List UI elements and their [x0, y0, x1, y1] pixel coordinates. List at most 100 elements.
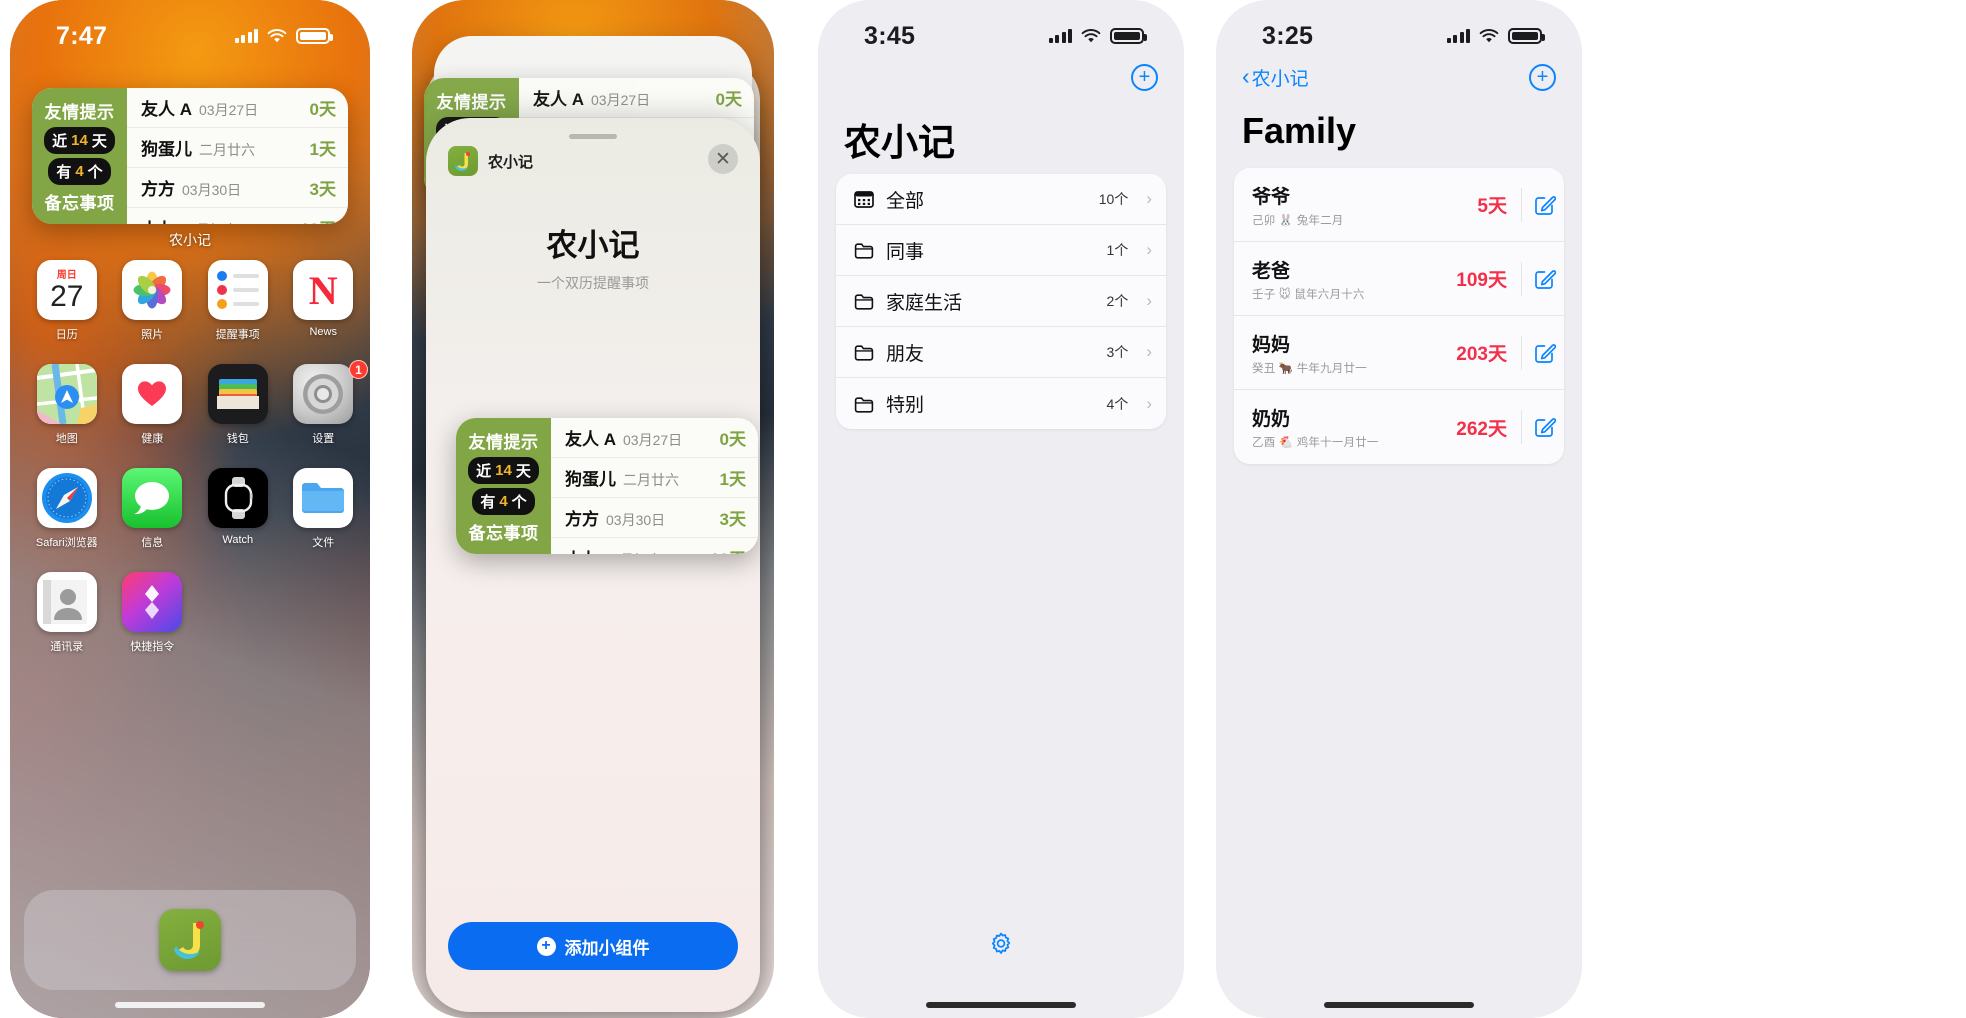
page-title: 农小记 — [844, 122, 955, 163]
app-settings[interactable]: 1 设置 — [281, 360, 368, 446]
screenshot-stage: 7:47 友情提示 近 14 天 有 4 个 备忘事项 友人 A 03月27日 … — [0, 0, 1966, 1018]
nav-bar: ‹ 农小记 + — [1216, 56, 1582, 98]
event-days: 203天 — [1456, 344, 1507, 365]
list-item-all[interactable]: 全部 10个 › — [836, 174, 1166, 225]
event-name: 爷爷 — [1252, 186, 1291, 208]
widget-detail-sheet: 农小记 ✕ 农小记 一个双历提醒事项 友情提示 近14天 有4个 备忘事项 — [426, 118, 760, 1012]
event-row[interactable]: 老爸 壬子 🐭 鼠年六月十六 109天 — [1234, 242, 1564, 316]
app-maps[interactable]: 地图 — [24, 364, 110, 446]
add-circle-icon[interactable]: + — [1131, 63, 1158, 91]
event-row[interactable]: 爷爷 己卯 🐰 兔年二月 5天 — [1234, 168, 1564, 242]
pill-prefix: 近 — [52, 133, 68, 150]
event-row[interactable]: 奶奶 乙酉 🐔 鸡年十一月廿一 262天 — [1234, 390, 1564, 464]
home-indicator — [1324, 1002, 1474, 1008]
home-widget-container[interactable]: 友情提示 近 14 天 有 4 个 备忘事项 友人 A 03月27日 0天 狗蛋… — [32, 88, 348, 250]
app-health[interactable]: 健康 — [110, 364, 196, 446]
edit-icon[interactable] — [1534, 194, 1557, 216]
chevron-right-icon: › — [1146, 240, 1152, 259]
reminders-icon — [207, 260, 268, 320]
app-wallet[interactable]: 钱包 — [195, 364, 281, 446]
widget-count-pill: 有 4 个 — [48, 158, 111, 185]
app-reminders[interactable]: 提醒事项 — [195, 260, 281, 342]
messages-icon — [122, 468, 183, 528]
widget-footer: 备忘事项 — [468, 524, 539, 543]
battery-icon — [1508, 28, 1545, 44]
app-contacts[interactable]: 通讯录 — [24, 572, 110, 654]
app-safari[interactable]: Safari浏览器 — [24, 468, 110, 550]
widget-row: 友人 A 03月27日 0天 — [519, 78, 754, 118]
watch-icon — [207, 468, 268, 528]
divider — [1521, 410, 1522, 444]
sheet-subtitle: 一个双历提醒事项 — [537, 275, 649, 291]
pill-suffix: 个 — [511, 494, 527, 511]
list-item-colleagues[interactable]: 同事 1个 › — [836, 225, 1166, 276]
widget-preview[interactable]: 友情提示 近 14 天 有4个 备忘事项 友人 A 03月27日 0天 狗蛋儿 … — [456, 418, 758, 554]
widget-title: 友情提示 — [468, 433, 539, 452]
phone-1-home-screen: 7:47 友情提示 近 14 天 有 4 个 备忘事项 友人 A 03月27日 … — [10, 0, 370, 1018]
phone-3-category-list: 3:45 + 农小记 全部 10个 › 同事 1个 › 家庭生活 2个 › 朋友… — [818, 0, 1184, 1018]
battery-icon — [1110, 28, 1147, 44]
app-label: Watch — [222, 534, 254, 546]
app-watch[interactable]: Watch — [195, 468, 281, 550]
sheet-app-name: 农小记 — [488, 153, 534, 171]
app-messages[interactable]: 信息 — [110, 468, 196, 550]
event-name: 小七 — [565, 545, 599, 554]
add-widget-button[interactable]: + 添加小组件 — [448, 922, 738, 970]
list-item-count: 10个 — [1098, 191, 1129, 207]
app-calendar[interactable]: 周日 27 日历 — [24, 260, 110, 342]
photos-icon — [122, 260, 183, 320]
event-date: 三月初六 — [606, 550, 662, 554]
app-news[interactable]: N News — [281, 260, 367, 342]
folder-icon — [854, 344, 874, 361]
chevron-left-icon: ‹ — [1242, 62, 1250, 89]
back-button[interactable]: ‹ 农小记 — [1242, 64, 1309, 91]
close-icon[interactable]: ✕ — [708, 144, 738, 174]
nongxiaoji-widget[interactable]: 友情提示 近 14 天 有 4 个 备忘事项 友人 A 03月27日 0天 狗蛋… — [32, 88, 348, 224]
event-name: 妈妈 — [1252, 334, 1291, 356]
event-days: 0天 — [719, 430, 746, 449]
chevron-right-icon: › — [1146, 291, 1152, 310]
wifi-icon — [1479, 28, 1499, 42]
pill-suffix: 个 — [87, 164, 103, 181]
health-icon — [122, 364, 183, 424]
app-label: 健康 — [141, 433, 164, 445]
sheet-grabber[interactable] — [569, 134, 617, 139]
add-circle-icon[interactable]: + — [1529, 63, 1556, 91]
cellular-icon — [234, 29, 258, 43]
event-row[interactable]: 妈妈 癸丑 🐂 牛年九月廿一 203天 — [1234, 316, 1564, 390]
list-item-family[interactable]: 家庭生活 2个 › — [836, 276, 1166, 327]
event-days: 109天 — [1456, 270, 1507, 291]
event-days: 262天 — [1456, 418, 1507, 440]
shortcuts-icon — [122, 572, 183, 632]
event-days: 5天 — [1477, 196, 1507, 217]
list-item-special[interactable]: 特别 4个 › — [836, 378, 1166, 429]
pill-number: 4 — [499, 493, 508, 510]
event-name: 狗蛋儿 — [565, 470, 616, 489]
chevron-right-icon: › — [1146, 342, 1152, 361]
app-photos[interactable]: 照片 — [110, 260, 196, 342]
edit-icon[interactable] — [1534, 268, 1557, 290]
wallet-icon — [207, 364, 268, 424]
app-label: News — [309, 326, 337, 338]
safari-icon — [36, 468, 97, 528]
nongxiaoji-app-icon[interactable] — [159, 909, 221, 971]
list-item-count: 3个 — [1106, 344, 1129, 360]
contacts-icon — [36, 572, 97, 632]
edit-icon[interactable] — [1534, 342, 1557, 364]
app-shortcuts[interactable]: 快捷指令 — [110, 572, 196, 654]
event-date: 03月30日 — [606, 512, 666, 528]
nongxiaoji-app-icon — [448, 146, 478, 176]
add-widget-label: 添加小组件 — [564, 938, 650, 958]
list-item-friends[interactable]: 朋友 3个 › — [836, 327, 1166, 378]
gear-icon[interactable] — [988, 932, 1014, 958]
app-label: 日历 — [55, 329, 78, 341]
widget-row: 小七 三月初六 10天 — [551, 538, 758, 554]
event-date: 03月27日 — [623, 432, 683, 448]
event-name: 老爸 — [1252, 260, 1291, 282]
event-name: 友人 A — [141, 100, 192, 119]
widget-row: 狗蛋儿 二月廿六 1天 — [127, 128, 348, 168]
edit-icon[interactable] — [1534, 416, 1557, 438]
dock — [24, 890, 356, 990]
settings-icon — [293, 364, 354, 424]
app-files[interactable]: 文件 — [281, 468, 367, 550]
